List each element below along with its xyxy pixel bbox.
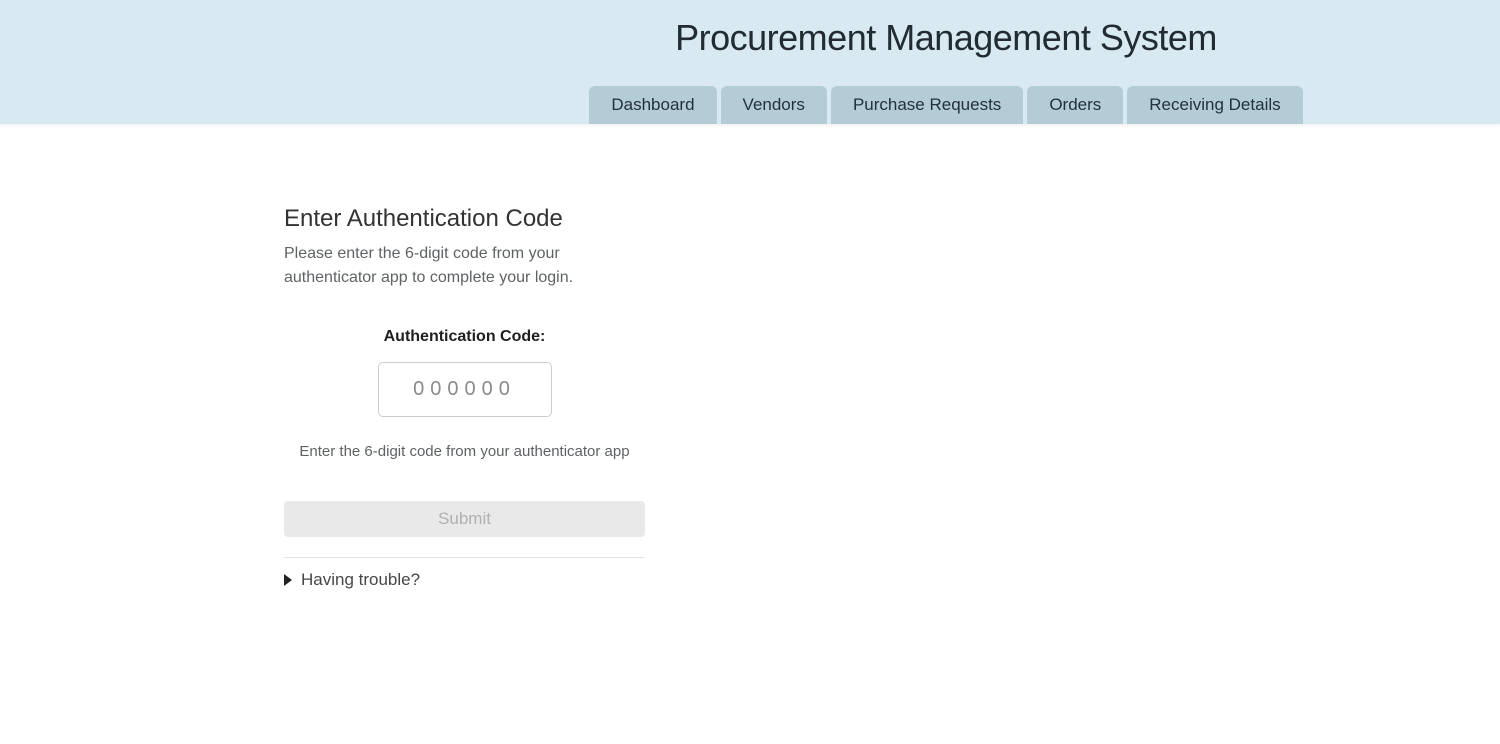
input-row [284, 362, 645, 417]
auth-heading: Enter Authentication Code [284, 205, 563, 232]
submit-button[interactable]: Submit [284, 501, 645, 537]
main-nav: Dashboard Vendors Purchase Requests Orde… [576, 86, 1316, 124]
nav-tab-vendors[interactable]: Vendors [720, 86, 827, 124]
having-trouble-toggle[interactable]: Having trouble? [284, 570, 645, 590]
app-header: Procurement Management System Dashboard … [0, 0, 1500, 124]
nav-tab-receiving-details[interactable]: Receiving Details [1127, 86, 1303, 124]
auth-helper-text: Enter the 6-digit code from your authent… [299, 443, 630, 460]
main-content: Enter Authentication Code Please enter t… [0, 203, 1500, 590]
nav-tab-dashboard[interactable]: Dashboard [589, 86, 717, 124]
nav-tab-orders[interactable]: Orders [1027, 86, 1124, 124]
disclosure-triangle-icon [284, 574, 292, 586]
nav-tab-purchase-requests[interactable]: Purchase Requests [830, 86, 1024, 124]
auth-card: Enter Authentication Code Please enter t… [284, 203, 645, 590]
auth-description: Please enter the 6-digit code from your … [284, 245, 574, 286]
having-trouble-label: Having trouble? [301, 570, 421, 589]
auth-code-label: Authentication Code: [383, 328, 546, 345]
having-trouble-details: Having trouble? [284, 570, 645, 590]
divider [284, 557, 645, 558]
page-title: Procurement Management System [675, 17, 1217, 58]
auth-form: Authentication Code: Enter the 6-digit c… [284, 326, 645, 537]
auth-code-input[interactable] [377, 362, 552, 417]
header-inner: Procurement Management System Dashboard … [576, 0, 1316, 124]
